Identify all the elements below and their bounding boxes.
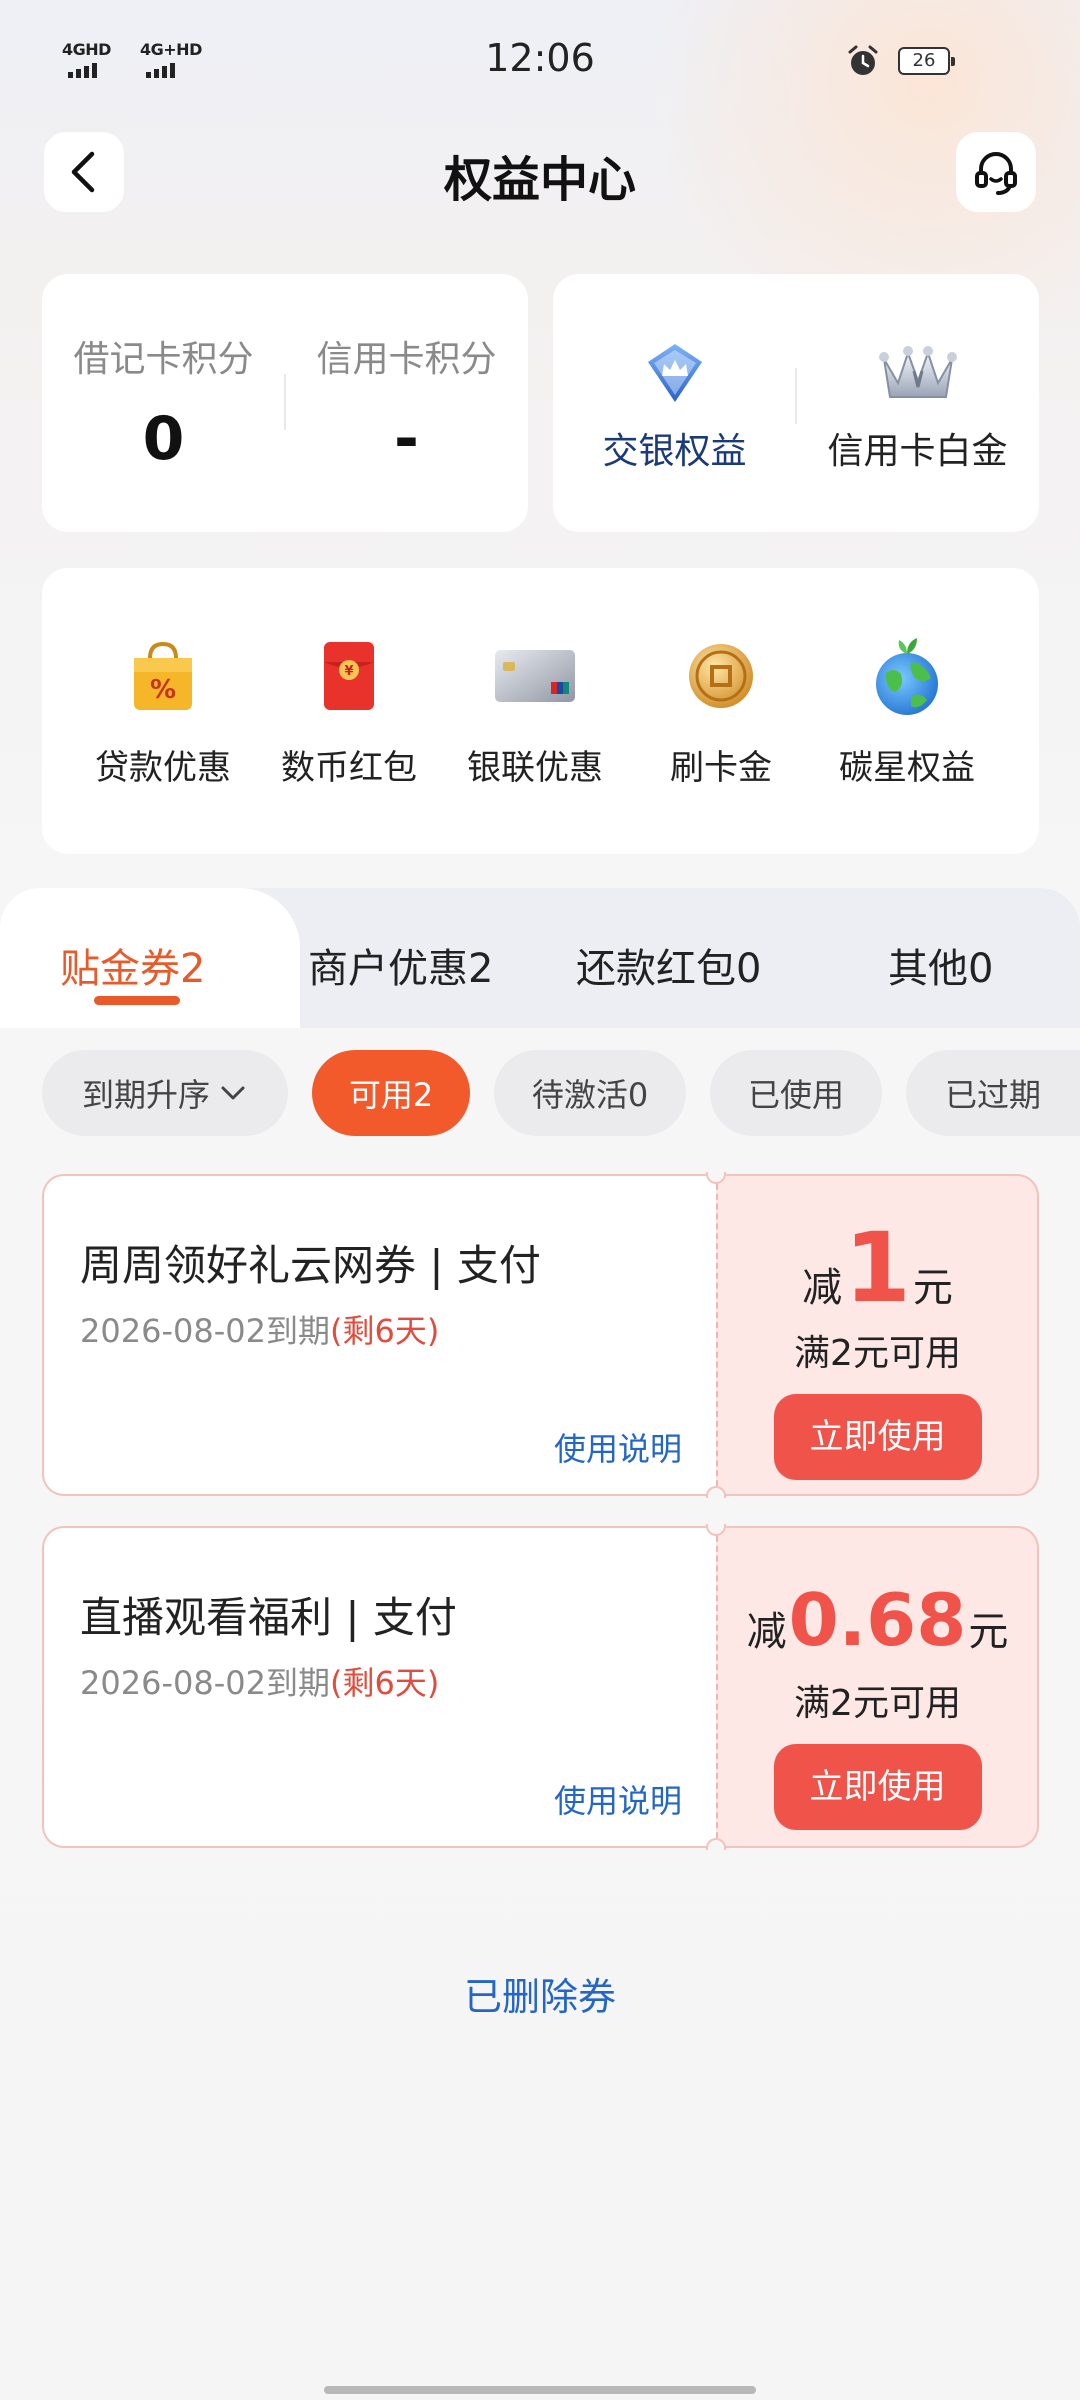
earth-icon: [876, 638, 938, 715]
quick-entry-label: 银联优惠: [467, 748, 603, 788]
chevron-down-icon: [221, 1086, 245, 1100]
debit-points[interactable]: 借记卡积分 0: [42, 330, 285, 474]
boc-benefit-entry[interactable]: 交银权益: [553, 338, 796, 474]
quick-entry-label: 贷款优惠: [95, 748, 231, 788]
filter-pending[interactable]: 待激活0: [494, 1050, 686, 1136]
coupon-remaining: (剩6天): [329, 1312, 440, 1350]
debit-points-label: 借记卡积分: [73, 339, 254, 380]
coupon-card: 周周领好礼云网券 | 支付 2026-08-02到期(剩6天) 使用说明 减1元…: [42, 1172, 1039, 1498]
amount-unit: 元: [968, 1609, 1009, 1655]
amount-unit: 元: [912, 1265, 953, 1311]
unionpay-card-icon: [495, 650, 575, 702]
credit-points[interactable]: 信用卡积分 -: [285, 330, 528, 474]
coupon-condition: 满2元可用: [794, 1333, 961, 1374]
coupon-value: 减 0.68 元 满2元可用 立即使用: [716, 1526, 1039, 1848]
quick-entry-label: 碳星权益: [839, 748, 975, 788]
credit-points-value: -: [394, 404, 419, 474]
quick-entries: % 贷款优惠 ¥ 数币红包 银联优惠 刷卡金 碳星权益: [42, 568, 1039, 854]
page-title: 权益中心: [443, 152, 636, 208]
svg-text:¥: ¥: [344, 664, 353, 679]
quick-entry-digital-envelope[interactable]: ¥ 数币红包: [256, 634, 442, 789]
amount-prefix: 减: [802, 1265, 843, 1311]
status-right: 26: [846, 44, 955, 78]
gold-coin-icon: [689, 644, 753, 708]
sort-dropdown[interactable]: 到期升序: [42, 1050, 288, 1136]
amount-number: 0.68: [788, 1578, 967, 1662]
coupon-amount: 减 0.68 元: [718, 1578, 1037, 1662]
coupon-remaining: (剩6天): [329, 1664, 440, 1702]
benefit-card: 交银权益 信用卡白金: [553, 274, 1039, 532]
headset-icon: [975, 152, 1017, 195]
tab-active-indicator: [94, 996, 180, 1005]
filter-expired[interactable]: 已过期: [906, 1050, 1080, 1136]
coupon-expiry: 2026-08-02到期(剩6天): [80, 1658, 439, 1704]
quick-entry-label: 数币红包: [281, 748, 417, 788]
crown-icon: [878, 346, 957, 398]
tab-merchant-offers[interactable]: 商户优惠2: [308, 936, 493, 994]
use-now-button[interactable]: 立即使用: [773, 1394, 982, 1480]
points-card: 借记卡积分 0 信用卡积分 -: [42, 274, 528, 532]
credit-points-label: 信用卡积分: [316, 339, 497, 380]
quick-entry-card-gold[interactable]: 刷卡金: [628, 634, 814, 789]
home-indicator[interactable]: [324, 2386, 756, 2394]
svg-text:%: %: [150, 675, 176, 705]
battery-icon: 26: [898, 47, 955, 75]
filter-available[interactable]: 可用2: [312, 1050, 470, 1136]
coupon-card: 直播观看福利 | 支付 2026-08-02到期(剩6天) 使用说明 减 0.68…: [42, 1524, 1039, 1850]
coupon-info: 周周领好礼云网券 | 支付 2026-08-02到期(剩6天) 使用说明: [42, 1174, 716, 1496]
quick-entry-loan[interactable]: % 贷款优惠: [70, 634, 256, 789]
amount-prefix: 减: [746, 1609, 787, 1655]
usage-guide-link[interactable]: 使用说明: [554, 1424, 682, 1470]
coupon-expiry-date: 2026-08-02到期: [80, 1664, 330, 1702]
quick-entry-unionpay[interactable]: 银联优惠: [442, 634, 628, 789]
shopping-bag-icon: %: [134, 641, 192, 710]
usage-guide-link[interactable]: 使用说明: [554, 1776, 682, 1822]
use-now-button[interactable]: 立即使用: [773, 1744, 982, 1830]
deleted-coupons-link[interactable]: 已删除券: [0, 1966, 1080, 2021]
tab-gold-coupon[interactable]: 贴金券2: [60, 936, 205, 994]
quick-entry-carbon[interactable]: 碳星权益: [814, 634, 1000, 789]
customer-service-button[interactable]: [956, 132, 1036, 212]
tab-others[interactable]: 其他0: [888, 936, 993, 994]
amount-number: 1: [844, 1212, 911, 1324]
page: 4GHD 4G+HD 12:06 26 权益中心 借记卡积分 0 信用卡积分 -…: [0, 0, 1080, 2400]
tab-repayment-envelope[interactable]: 还款红包0: [576, 936, 761, 994]
quick-entry-label: 刷卡金: [670, 748, 772, 788]
filter-chips: 到期升序 可用2 待激活0 已使用 已过期: [0, 1050, 1080, 1138]
sort-label: 到期升序: [81, 1076, 210, 1114]
coupon-amount: 减1元: [718, 1212, 1037, 1324]
status-bar: 4GHD 4G+HD 12:06 26: [0, 0, 1080, 120]
coupon-value: 减1元 满2元可用 立即使用: [716, 1174, 1039, 1496]
coupon-info: 直播观看福利 | 支付 2026-08-02到期(剩6天) 使用说明: [42, 1526, 716, 1848]
alarm-icon: [848, 45, 878, 75]
crown-shield-icon: [647, 344, 702, 402]
coupon-expiry-date: 2026-08-02到期: [80, 1312, 330, 1350]
filter-used[interactable]: 已使用: [710, 1050, 882, 1136]
red-envelope-icon: ¥: [324, 642, 374, 710]
coupon-condition: 满2元可用: [794, 1683, 961, 1724]
coupon-name: 直播观看福利 | 支付: [80, 1593, 457, 1642]
platinum-label: 信用卡白金: [827, 431, 1008, 472]
boc-benefit-label: 交银权益: [602, 431, 747, 472]
platinum-entry[interactable]: 信用卡白金: [796, 338, 1039, 474]
debit-points-value: 0: [142, 404, 185, 474]
coupon-expiry: 2026-08-02到期(剩6天): [80, 1306, 439, 1352]
coupon-name: 周周领好礼云网券 | 支付: [80, 1241, 541, 1290]
